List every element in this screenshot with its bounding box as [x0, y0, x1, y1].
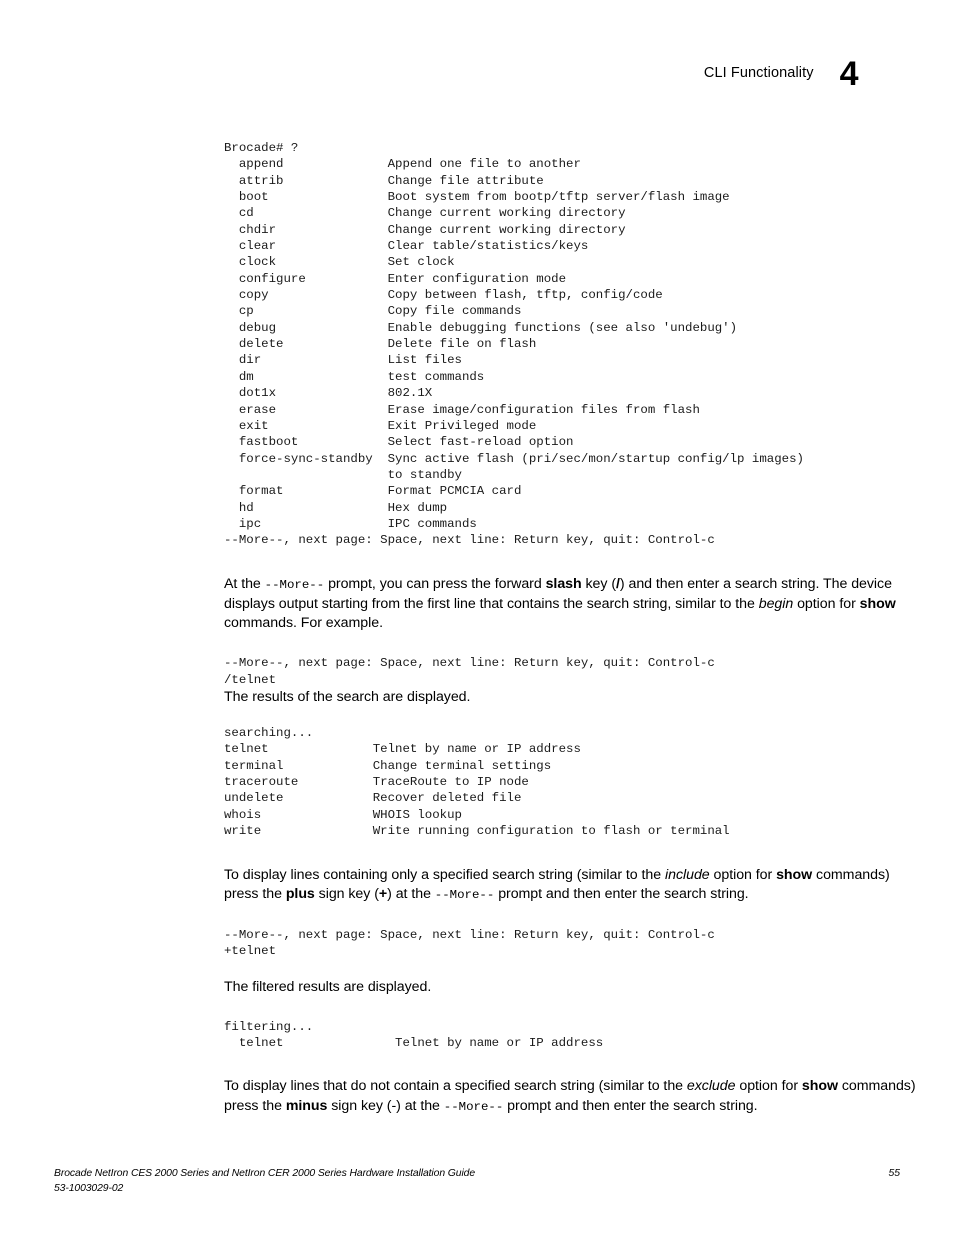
bold-show: show [776, 866, 813, 883]
text-run: sign key ( [314, 885, 379, 902]
text-run: To display lines containing only a speci… [224, 866, 666, 883]
text-run: option for [709, 866, 777, 883]
code-block-filter-results: filtering... telnet Telnet by name or IP… [224, 1019, 604, 1051]
header-chapter-number: 4 [839, 55, 859, 93]
bold-slash: slash [545, 575, 582, 592]
running-header: CLI Functionality 4 [703, 52, 859, 96]
text-run: sign key (-) at the [327, 1097, 444, 1114]
page-footer: Brocade NetIron CES 2000 Series and NetI… [54, 1167, 900, 1207]
code-block-search-results: searching... telnet Telnet by name or IP… [224, 726, 730, 839]
inline-code-more-prompt: --More-- [434, 887, 495, 902]
inline-code-more-prompt: --More-- [443, 1099, 504, 1114]
text-run: key ( [581, 575, 617, 592]
paragraph-results-note: The results of the search are displayed. [224, 688, 471, 705]
bold-plus: plus [285, 885, 315, 902]
footer-document-info: Brocade NetIron CES 2000 Series and NetI… [54, 1167, 475, 1196]
italic-include: include [665, 866, 710, 883]
paragraph-slash-search: At the --More-- prompt, you can press th… [224, 575, 924, 634]
document-page: CLI Functionality 4 Brocade# ? append Ap… [0, 0, 954, 1235]
code-block-help-output: Brocade# ? append Append one file to ano… [224, 141, 804, 548]
italic-exclude: exclude [686, 1078, 736, 1095]
paragraph-filtered-note: The filtered results are displayed. [224, 978, 432, 995]
text-run: To display lines that do not contain a s… [224, 1078, 687, 1095]
text-run: option for [793, 595, 860, 612]
footer-doc-number: 53-1003029-02 [54, 1182, 124, 1194]
text-run: At the [224, 575, 265, 592]
text-run: prompt, you can press the forward [324, 575, 546, 592]
text-run: prompt and then enter the search string. [503, 1097, 758, 1114]
code-block-slash-prompt: --More--, next page: Space, next line: R… [224, 656, 715, 687]
text-run: commands. For example. [224, 615, 383, 631]
text-run: ) at the [387, 885, 435, 902]
page-content: Brocade# ? append Append one file to ano… [224, 140, 924, 1117]
text-run: prompt and then enter the search string. [494, 885, 749, 902]
inline-code-more-prompt: --More-- [264, 577, 325, 592]
footer-guide-title: Brocade NetIron CES 2000 Series and NetI… [54, 1168, 476, 1179]
italic-begin: begin [758, 595, 794, 612]
text-run: option for [735, 1078, 802, 1095]
bold-plus-symbol: + [378, 885, 388, 902]
paragraph-minus-search: To display lines that do not contain a s… [224, 1077, 924, 1116]
code-block-plus-prompt: --More--, next page: Space, next line: R… [224, 927, 715, 959]
footer-page-number: 55 [888, 1168, 900, 1179]
bold-show: show [859, 595, 896, 612]
paragraph-plus-search: To display lines containing only a speci… [224, 866, 924, 905]
bold-show: show [801, 1078, 838, 1095]
bold-minus: minus [285, 1097, 328, 1114]
header-chapter-title: CLI Functionality [703, 64, 814, 81]
